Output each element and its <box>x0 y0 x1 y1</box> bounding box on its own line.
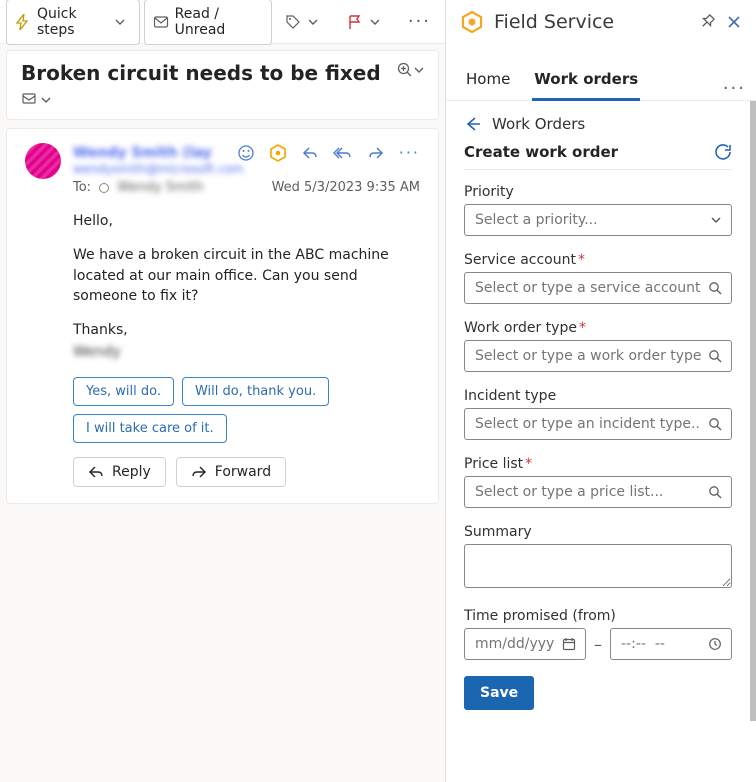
time-promised-label: Time promised (from) <box>464 608 732 624</box>
breadcrumb-label: Work Orders <box>492 115 585 133</box>
incident-type-input[interactable] <box>464 408 732 440</box>
message-timestamp: Wed 5/3/2023 9:35 AM <box>272 180 420 195</box>
message-card: Wendy Smith (lay <box>6 128 439 504</box>
breadcrumb: Work Orders <box>464 115 732 133</box>
email-toolbar: Quick steps Read / Unread <box>0 0 445 44</box>
reply-button[interactable]: Reply <box>73 457 166 487</box>
suggested-reply[interactable]: Yes, will do. <box>73 377 174 406</box>
conversation-icon[interactable] <box>21 91 39 109</box>
time-range-separator: – <box>594 635 602 654</box>
tag-button[interactable] <box>276 7 334 37</box>
suggested-reply[interactable]: I will take care of it. <box>73 414 227 443</box>
chevron-down-icon <box>308 17 326 27</box>
body-thanks: Thanks, <box>73 320 420 340</box>
work-order-form: Work Orders Create work order Priority <box>446 101 756 721</box>
sender-email: wendysmith@microsoft.com <box>73 162 420 176</box>
time-promised-time[interactable] <box>610 628 732 660</box>
price-list-label: Price list* <box>464 456 732 472</box>
flag-button[interactable] <box>338 7 396 37</box>
work-order-type-input[interactable] <box>464 340 732 372</box>
service-account-input[interactable] <box>464 272 732 304</box>
mail-icon <box>153 13 169 31</box>
priority-label: Priority <box>464 184 732 200</box>
panel-title: Field Service <box>494 11 688 33</box>
email-pane: Quick steps Read / Unread <box>0 0 446 782</box>
read-unread-label: Read / Unread <box>175 6 263 38</box>
save-button[interactable]: Save <box>464 676 534 710</box>
recipient-presence-icon <box>99 183 109 193</box>
field-service-logo-icon <box>460 10 484 34</box>
panel-header: Field Service <box>446 0 756 40</box>
panel-more-button[interactable]: ··· <box>723 78 746 99</box>
smile-icon[interactable] <box>237 144 255 162</box>
forward-icon[interactable] <box>367 144 385 162</box>
time-promised-date[interactable] <box>464 628 586 660</box>
read-unread-button[interactable]: Read / Unread <box>144 0 272 45</box>
tab-home[interactable]: Home <box>464 70 512 101</box>
more-icon: ··· <box>408 11 431 32</box>
field-service-hex-icon[interactable] <box>269 144 287 162</box>
pin-icon[interactable] <box>698 13 716 31</box>
message-body: Hello, We have a broken circuit in the A… <box>73 211 420 363</box>
subject-title: Broken circuit needs to be fixed <box>21 61 396 85</box>
back-arrow-icon[interactable] <box>464 115 482 133</box>
reply-icon <box>88 464 104 480</box>
suggested-reply[interactable]: Will do, thank you. <box>182 377 329 406</box>
tab-work-orders[interactable]: Work orders <box>532 70 640 101</box>
panel-tabs: Home Work orders <box>446 40 756 101</box>
forward-button[interactable]: Forward <box>176 457 286 487</box>
subject-bar: Broken circuit needs to be fixed <box>6 50 439 120</box>
incident-type-label: Incident type <box>464 388 732 404</box>
avatar <box>25 143 61 179</box>
service-account-label: Service account* <box>464 252 732 268</box>
toolbar-more-button[interactable]: ··· <box>400 5 439 38</box>
summary-label: Summary <box>464 524 732 540</box>
body-paragraph: We have a broken circuit in the ABC mach… <box>73 245 420 306</box>
chevron-down-icon <box>370 17 388 27</box>
suggested-replies: Yes, will do. Will do, thank you. I will… <box>73 377 420 443</box>
reply-all-icon[interactable] <box>333 144 353 162</box>
to-line: To: Wendy Smith <box>73 180 204 195</box>
reply-forward-row: Reply Forward <box>73 457 420 487</box>
message-more-button[interactable]: ··· <box>399 143 420 162</box>
summary-textarea[interactable] <box>464 544 732 588</box>
zoom-button[interactable] <box>396 61 424 79</box>
body-signature: Wendy <box>73 342 420 362</box>
refresh-icon[interactable] <box>714 143 732 161</box>
body-greeting: Hello, <box>73 211 420 231</box>
flag-icon <box>346 13 364 31</box>
priority-select[interactable] <box>464 204 732 236</box>
work-order-type-label: Work order type* <box>464 320 732 336</box>
create-work-order-title: Create work order <box>464 143 618 161</box>
tag-icon <box>284 13 302 31</box>
quick-steps-label: Quick steps <box>37 6 109 38</box>
field-service-panel: Field Service ··· Home Work orders Work … <box>446 0 756 782</box>
price-list-input[interactable] <box>464 476 732 508</box>
reply-icon[interactable] <box>301 144 319 162</box>
chevron-down-icon <box>414 65 424 75</box>
magnifier-plus-icon <box>396 61 414 79</box>
chevron-down-icon <box>115 17 131 27</box>
lightning-icon <box>15 13 31 31</box>
quick-steps-button[interactable]: Quick steps <box>6 0 140 45</box>
sender-name: Wendy Smith (lay <box>73 145 212 161</box>
forward-icon <box>191 464 207 480</box>
chevron-down-icon[interactable] <box>41 95 59 105</box>
close-icon[interactable] <box>726 14 742 30</box>
